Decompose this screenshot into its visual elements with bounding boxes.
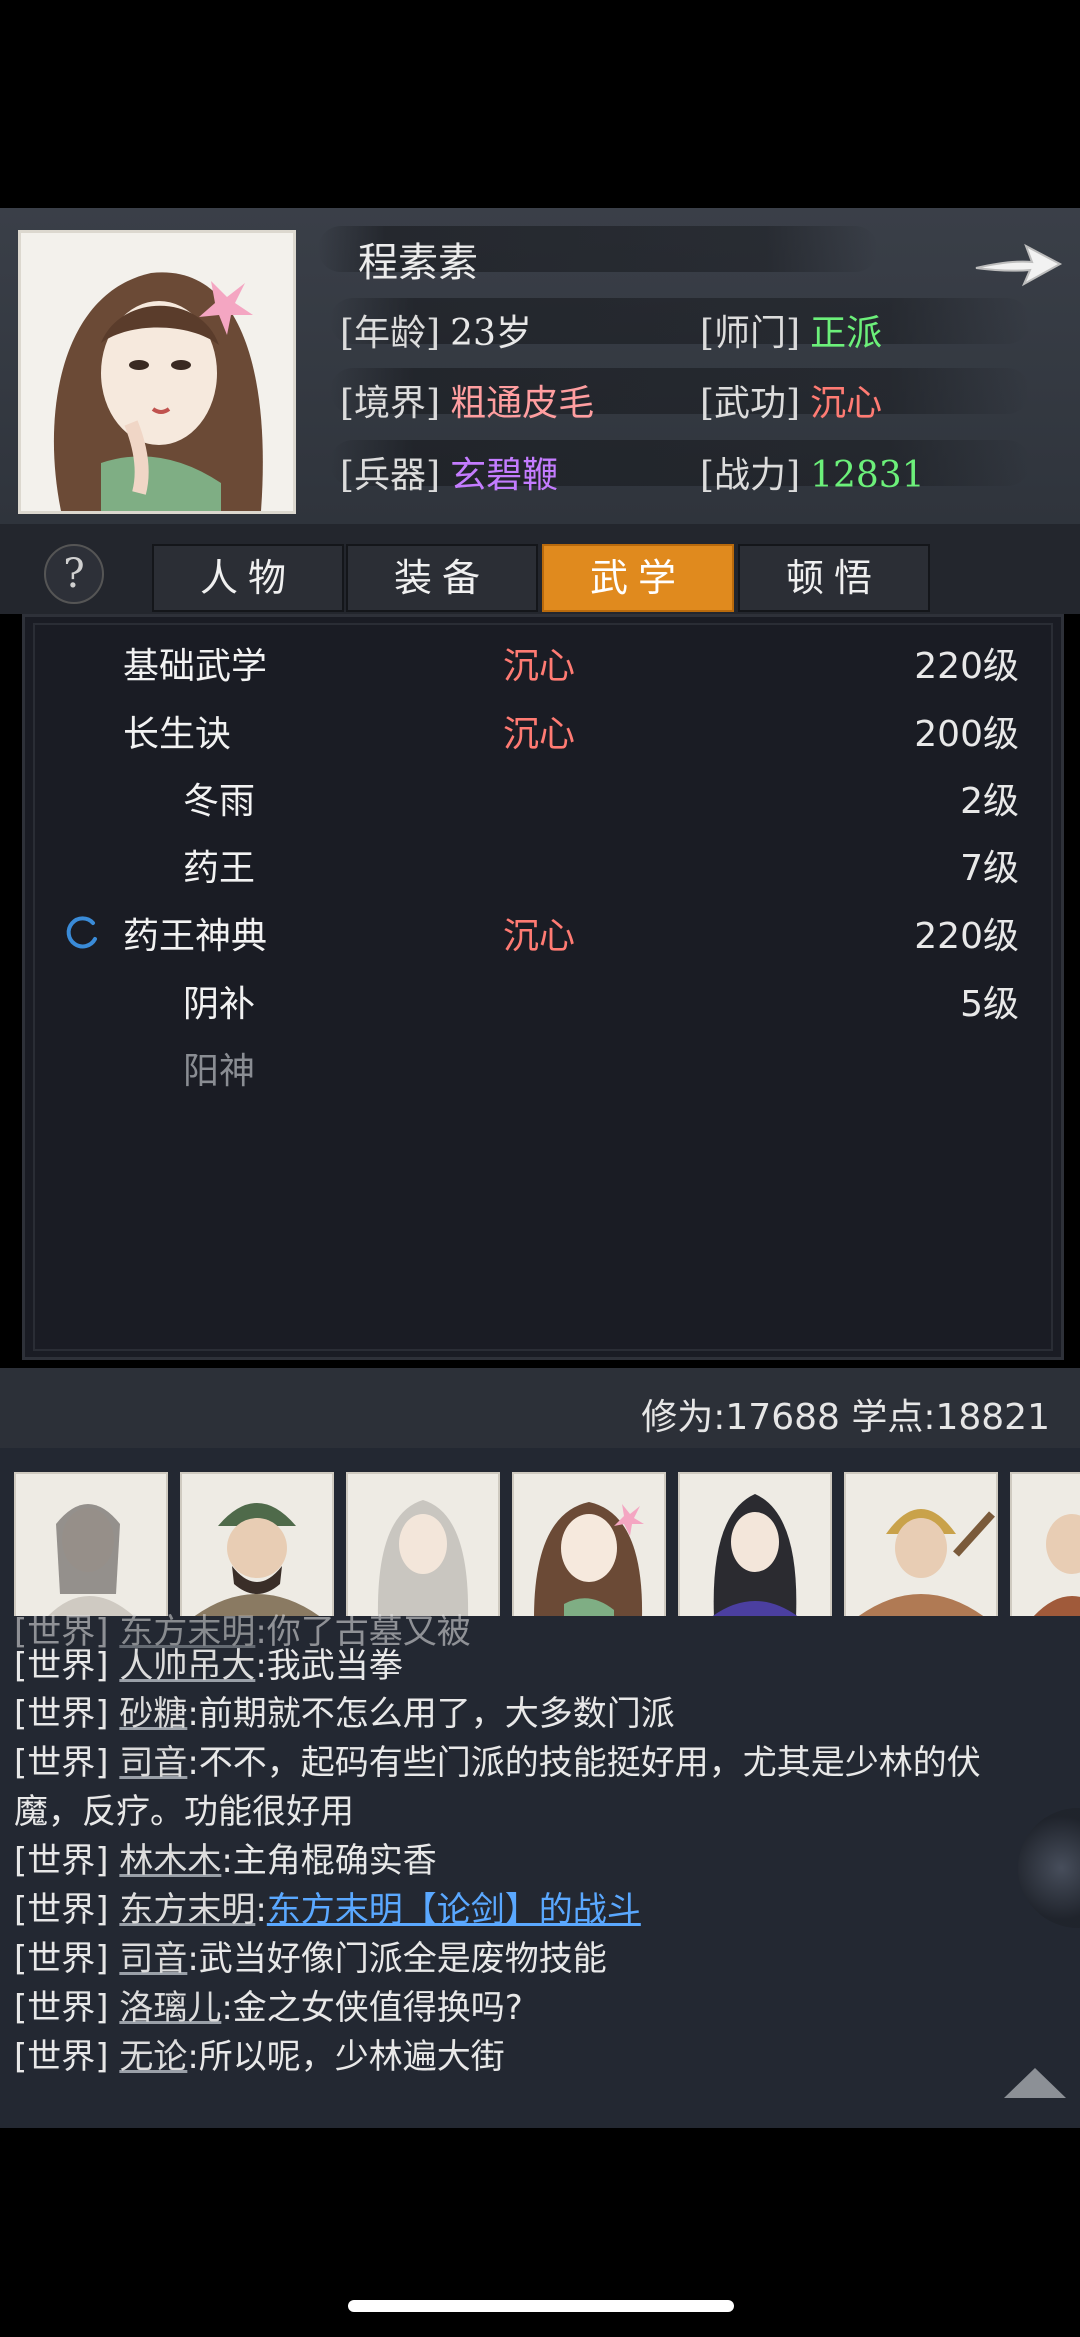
chat-channel: [世界] [14,1694,109,1734]
chat-message: [世界] 司音:武当好像门派全是废物技能 [14,1931,607,1980]
info-weapon: [兵器] 玄碧鞭 [340,446,558,498]
info-value: 粗通皮毛 [450,383,595,424]
chat-channel: [世界] [14,1841,109,1881]
chat-sender[interactable]: 东方末明 [119,1890,255,1930]
chat-message: [世界] 东方末明:东方末明【论剑】的战斗 [14,1882,641,1931]
tab-character[interactable]: 人物 [152,544,344,612]
character-portrait[interactable] [18,230,296,514]
scroll-up-icon[interactable] [1000,2062,1070,2102]
info-power: [战力] 12831 [700,446,925,498]
info-label: [兵器] [340,455,441,496]
chat-channel: [世界] [14,2037,109,2077]
skill-row[interactable]: 药王神典 沉心 220级 [25,907,1061,973]
info-label: [战力] [700,455,801,496]
swordsman-avatar[interactable] [14,1472,168,1616]
skill-row[interactable]: 阴补 5级 [25,975,1061,1041]
white-hair-avatar[interactable] [346,1472,500,1616]
chat-message: [世界] 砂糖:前期就不怎么用了，大多数门派 [14,1686,675,1735]
skill-row[interactable]: 阳神 [25,1042,1061,1108]
chat-sender[interactable]: 人帅吊大 [119,1646,255,1686]
battle-link[interactable]: 东方末明【论剑】的战斗 [267,1890,641,1930]
chat-channel: [世界] [14,1939,109,1979]
skill-level: 7级 [960,848,1019,889]
skill-level: 2级 [960,781,1019,822]
info-martial: [武功] 沉心 [700,374,882,426]
info-value: 12831 [810,455,925,496]
tab-equipment[interactable]: 装备 [346,544,538,612]
skill-row[interactable]: 基础武学 沉心 220级 [25,637,1061,703]
info-value: 玄碧鞭 [450,455,559,496]
tab-enlightenment[interactable]: 顿悟 [738,544,930,612]
chat-channel: [世界] [14,1890,109,1930]
character-header: 程素素 [年龄] 23岁 [师门] 正派 [境界] 粗通皮毛 [武功] 沉心 [兵器] 玄… [0,208,1080,524]
skill-name: 长生诀 [123,714,232,755]
next-arrow-icon[interactable] [970,230,1066,294]
chat-channel: [世界] [14,1743,109,1783]
info-realm: [境界] 粗通皮毛 [340,374,594,426]
chat-text: : [255,1890,267,1930]
chat-text: :所以呢，少林遍大街 [187,2037,505,2077]
info-label: [武功] [700,383,801,424]
avatar-strip[interactable] [14,1472,1080,1616]
helmet-warrior-avatar[interactable] [180,1472,334,1616]
portrait-image [21,233,293,511]
cultivation-stats: 修为:17688 学点:18821 [641,1397,1050,1438]
chat-message: [世界] 人帅吊大:我武当拳 [14,1638,403,1687]
chat-message: [世界] 无论:所以呢，少林遍大街 [14,2029,505,2078]
scholar-avatar[interactable] [678,1472,832,1616]
skill-row[interactable]: 药王 7级 [25,839,1061,905]
girl-flower-avatar[interactable] [512,1472,666,1616]
chat-text: :主角棍确实香 [221,1841,437,1881]
chat-text: 魔，反疗。功能很好用 [14,1792,354,1832]
home-indicator[interactable] [348,2300,734,2312]
info-sect: [师门] 正派 [700,304,882,356]
skill-tag: 沉心 [503,646,576,687]
chat-channel: [世界] [14,1988,109,2028]
skill-level: 220级 [914,646,1019,687]
skill-name: 基础武学 [123,646,268,687]
info-label: [师门] [700,313,801,354]
loading-spinner-icon [66,916,97,949]
info-age: [年龄] 23岁 [340,304,532,356]
chat-message-continued: 魔，反疗。功能很好用 [14,1784,354,1833]
info-label: [年龄] [340,313,441,354]
skills-panel: 基础武学 沉心 220级 长生诀 沉心 200级 冬雨 2级 药王 7级 药王神… [22,614,1064,1360]
chat-text: :金之女侠值得换吗? [221,1988,523,2028]
tab-martial-arts[interactable]: 武学 [542,544,734,612]
chat-text: :我武当拳 [255,1646,403,1686]
character-name: 程素素 [358,240,478,286]
chat-sender[interactable]: 洛璃儿 [119,1988,221,2028]
skill-name: 阳神 [183,1051,256,1092]
skill-name: 药王 [183,848,256,889]
chat-sender[interactable]: 林木木 [119,1841,221,1881]
chat-sender[interactable]: 砂糖 [119,1694,187,1734]
skill-tag: 沉心 [503,714,576,755]
info-value: 沉心 [810,383,883,424]
info-label: [境界] [340,383,441,424]
chat-sender[interactable]: 司音 [119,1743,187,1783]
chat-sender[interactable]: 无论 [119,2037,187,2077]
help-icon[interactable]: ? [44,544,104,604]
chat-text: :武当好像门派全是废物技能 [187,1939,607,1979]
chat-sender[interactable]: 司音 [119,1939,187,1979]
chat-message: [世界] 洛璃儿:金之女侠值得换吗? [14,1980,523,2029]
monk-avatar[interactable] [844,1472,998,1616]
chat-channel: [世界] [14,1646,109,1686]
skill-row[interactable]: 长生诀 沉心 200级 [25,705,1061,771]
info-value: 23岁 [450,313,532,354]
chat-message: [世界] 林木木:主角棍确实香 [14,1833,437,1882]
skill-tag: 沉心 [503,916,576,957]
skill-level: 5级 [960,984,1019,1025]
chat-text: :前期就不怎么用了，大多数门派 [187,1694,675,1734]
skill-level: 200级 [914,714,1019,755]
chat-message: [世界] 司音:不不，起码有些门派的技能挺好用，尤其是少林的伏 [14,1735,981,1784]
chat-text: :不不，起码有些门派的技能挺好用，尤其是少林的伏 [187,1743,981,1783]
skill-name: 药王神典 [123,916,268,957]
skill-row[interactable]: 冬雨 2级 [25,772,1061,838]
skill-level: 220级 [914,916,1019,957]
skill-name: 冬雨 [183,781,256,822]
info-value: 正派 [810,313,883,354]
skill-name: 阴补 [183,984,256,1025]
partial-avatar[interactable] [1010,1472,1080,1616]
